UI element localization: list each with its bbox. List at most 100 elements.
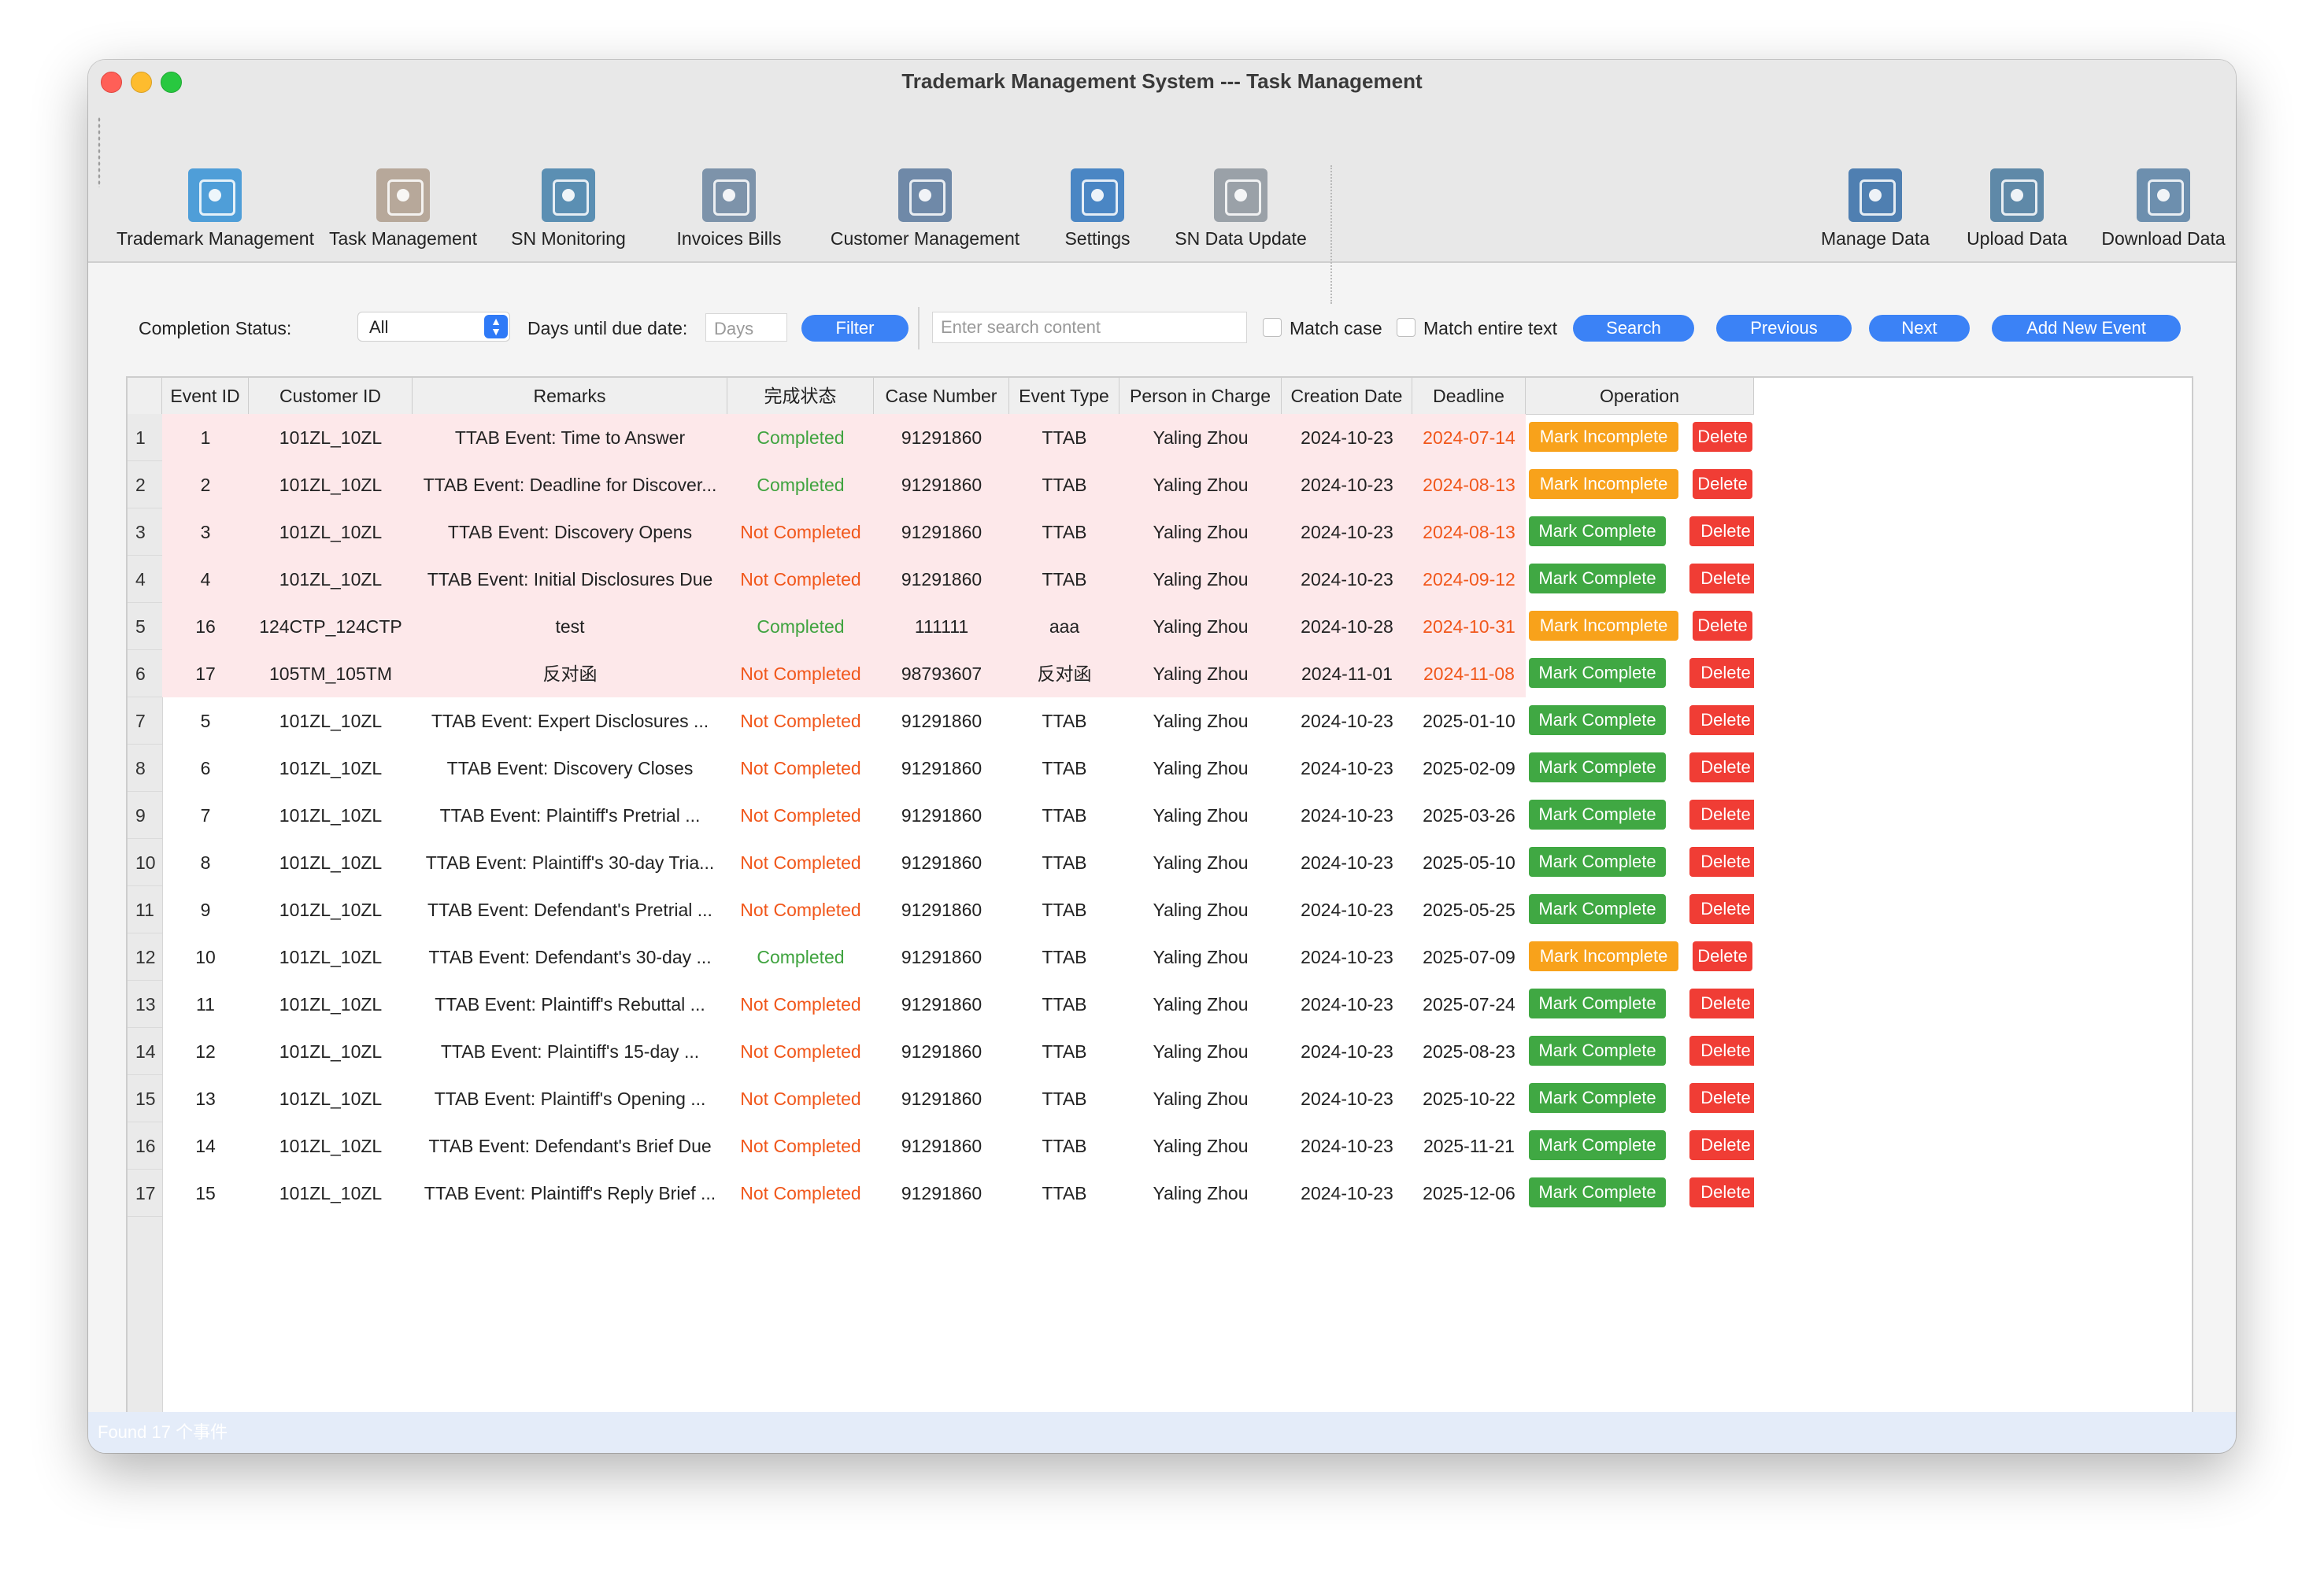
column-header[interactable]: Case Number xyxy=(874,378,1009,414)
mark-complete-button[interactable]: Mark Complete xyxy=(1529,847,1666,877)
table-row[interactable]: 13 11 101ZL_10ZL TTAB Event: Plaintiff's Re… xyxy=(128,981,1754,1028)
cell-id: 4 xyxy=(162,556,249,603)
mark-incomplete-button[interactable]: Mark Incomplete xyxy=(1529,422,1678,452)
completion-status-select[interactable]: All ▲ ▼ xyxy=(357,312,510,342)
column-header[interactable]: Remarks xyxy=(413,378,727,414)
table-row[interactable]: 3 3 101ZL_10ZL TTAB Event: Discovery Opens N… xyxy=(128,508,1754,556)
delete-button[interactable]: Delete xyxy=(1689,752,1754,782)
delete-button[interactable]: Delete xyxy=(1689,1036,1754,1066)
mark-complete-button[interactable]: Mark Complete xyxy=(1529,1083,1666,1113)
cell-type: TTAB xyxy=(1042,947,1087,967)
cell-person: Yaling Zhou xyxy=(1153,852,1249,873)
delete-button[interactable]: Delete xyxy=(1689,894,1754,924)
mark-complete-button[interactable]: Mark Complete xyxy=(1529,516,1666,546)
cell-customer: 101ZL_10ZL xyxy=(279,994,383,1015)
cell-status: Completed xyxy=(727,603,874,650)
left_items-0[interactable]: Trademark Management xyxy=(117,104,314,261)
table-row[interactable]: 7 5 101ZL_10ZL TTAB Event: Expert Disclosur… xyxy=(128,697,1754,745)
match-case-checkbox[interactable] xyxy=(1263,318,1282,337)
mark-complete-button[interactable]: Mark Complete xyxy=(1529,800,1666,830)
right_items-1[interactable]: Upload Data xyxy=(1954,104,2080,261)
table-row[interactable]: 12 10 101ZL_10ZL TTAB Event: Defendant's 30… xyxy=(128,933,1754,981)
delete-button[interactable]: Delete xyxy=(1693,941,1752,971)
right_items-0[interactable]: Manage Data xyxy=(1806,104,1945,261)
mark-complete-button[interactable]: Mark Complete xyxy=(1529,658,1666,688)
previous-button[interactable]: Previous xyxy=(1716,315,1852,342)
mark-complete-button[interactable]: Mark Complete xyxy=(1529,705,1666,735)
cell-customer: 124CTP_124CTP xyxy=(249,603,413,650)
delete-button[interactable]: Delete xyxy=(1693,611,1752,641)
table-row[interactable]: 11 9 101ZL_10ZL TTAB Event: Defendant's Pre… xyxy=(128,886,1754,933)
column-header[interactable]: Event Type xyxy=(1009,378,1119,414)
mark-incomplete-button[interactable]: Mark Incomplete xyxy=(1529,469,1678,499)
mark-complete-button[interactable]: Mark Complete xyxy=(1529,564,1666,593)
mark-complete-button[interactable]: Mark Complete xyxy=(1529,1177,1666,1207)
cell-type: TTAB xyxy=(1009,556,1119,603)
delete-button[interactable]: Delete xyxy=(1689,1177,1754,1207)
mark-complete-button[interactable]: Mark Complete xyxy=(1529,894,1666,924)
left_items-2[interactable]: SN Monitoring xyxy=(496,104,641,261)
delete-button[interactable]: Delete xyxy=(1689,705,1754,735)
mark-incomplete-button[interactable]: Mark Incomplete xyxy=(1529,941,1678,971)
column-header[interactable]: Customer ID xyxy=(249,378,413,414)
mark-complete-button[interactable]: Mark Complete xyxy=(1529,1130,1666,1160)
days-input[interactable]: Days xyxy=(705,313,787,342)
match-entire-checkbox[interactable] xyxy=(1397,318,1415,337)
next-button[interactable]: Next xyxy=(1869,315,1970,342)
delete-button[interactable]: Delete xyxy=(1689,847,1754,877)
left_items-6[interactable]: SN Data Update xyxy=(1162,104,1319,261)
left_items-3[interactable]: Invoices Bills xyxy=(655,104,803,261)
cell-customer: 101ZL_10ZL xyxy=(279,852,383,873)
search-button[interactable]: Search xyxy=(1573,315,1694,342)
table-row[interactable]: 10 8 101ZL_10ZL TTAB Event: Plaintiff's 30-… xyxy=(128,839,1754,886)
column-header[interactable]: Creation Date xyxy=(1282,378,1412,414)
table-row[interactable]: 1 1 101ZL_10ZL TTAB Event: Time to Answer Co… xyxy=(128,414,1754,461)
column-header[interactable]: 完成状态 xyxy=(727,378,874,414)
delete-button[interactable]: Delete xyxy=(1689,800,1754,830)
filter-button[interactable]: Filter xyxy=(801,315,909,342)
column-header[interactable]: Operation xyxy=(1526,378,1754,414)
table-row[interactable]: 16 14 101ZL_10ZL TTAB Event: Defendant's Br… xyxy=(128,1122,1754,1170)
delete-button[interactable]: Delete xyxy=(1689,1130,1754,1160)
cell-customer: 101ZL_10ZL xyxy=(249,461,413,508)
cell-customer: 101ZL_10ZL xyxy=(279,1041,383,1062)
toolbar-grip[interactable] xyxy=(98,116,101,187)
mark-incomplete-button[interactable]: Mark Incomplete xyxy=(1529,611,1678,641)
left_items-4[interactable]: Customer Management xyxy=(819,104,1031,261)
column-header[interactable]: Person in Charge xyxy=(1119,378,1282,414)
delete-button[interactable]: Delete xyxy=(1693,422,1752,452)
cell-status: Not Completed xyxy=(727,508,874,556)
row-number: 10 xyxy=(128,839,162,886)
delete-button[interactable]: Delete xyxy=(1693,469,1752,499)
cell-case: 91291860 xyxy=(901,900,983,920)
column-header[interactable]: Event ID xyxy=(162,378,249,414)
table-row[interactable]: 4 4 101ZL_10ZL TTAB Event: Initial Disclosu… xyxy=(128,556,1754,603)
mark-complete-button[interactable]: Mark Complete xyxy=(1529,1036,1666,1066)
cell-type: TTAB xyxy=(1042,1089,1087,1109)
add-new-event-button[interactable]: Add New Event xyxy=(1992,315,2181,342)
delete-button[interactable]: Delete xyxy=(1689,1083,1754,1113)
column-header[interactable]: Deadline xyxy=(1412,378,1526,414)
right_items-2[interactable]: Download Data xyxy=(2091,104,2236,261)
left_items-5[interactable]: Settings xyxy=(1047,104,1148,261)
table-row[interactable]: 15 13 101ZL_10ZL TTAB Event: Plaintiff's Op… xyxy=(128,1075,1754,1122)
toolbar-label: Task Management xyxy=(329,228,477,249)
mark-complete-button[interactable]: Mark Complete xyxy=(1529,752,1666,782)
delete-button[interactable]: Delete xyxy=(1689,989,1754,1018)
table-row[interactable]: 8 6 101ZL_10ZL TTAB Event: Discovery Closes… xyxy=(128,745,1754,792)
delete-button[interactable]: Delete xyxy=(1689,564,1754,593)
table-row[interactable]: 5 16 124CTP_124CTP test Completed 111111 aaa Ya… xyxy=(128,603,1754,650)
search-input[interactable]: Enter search content xyxy=(932,312,1247,343)
left_items-1[interactable]: Task Management xyxy=(316,104,490,261)
delete-button[interactable]: Delete xyxy=(1689,658,1754,688)
table-row[interactable]: 9 7 101ZL_10ZL TTAB Event: Plaintiff's Pret… xyxy=(128,792,1754,839)
cell-person: Yaling Zhou xyxy=(1119,461,1282,508)
delete-button[interactable]: Delete xyxy=(1689,516,1754,546)
table-row[interactable]: 17 15 101ZL_10ZL TTAB Event: Plaintiff's Re… xyxy=(128,1170,1754,1217)
table-row[interactable]: 14 12 101ZL_10ZL TTAB Event: Plaintiff's 15… xyxy=(128,1028,1754,1075)
mark-complete-button[interactable]: Mark Complete xyxy=(1529,989,1666,1018)
table-row[interactable]: 2 2 101ZL_10ZL TTAB Event: Deadline for Dis… xyxy=(128,461,1754,508)
cell-type: TTAB xyxy=(1042,994,1087,1015)
table-row[interactable]: 6 17 105TM_105TM 反对函 Not Completed 98793607 反对… xyxy=(128,650,1754,697)
cell-id: 14 xyxy=(195,1136,216,1156)
